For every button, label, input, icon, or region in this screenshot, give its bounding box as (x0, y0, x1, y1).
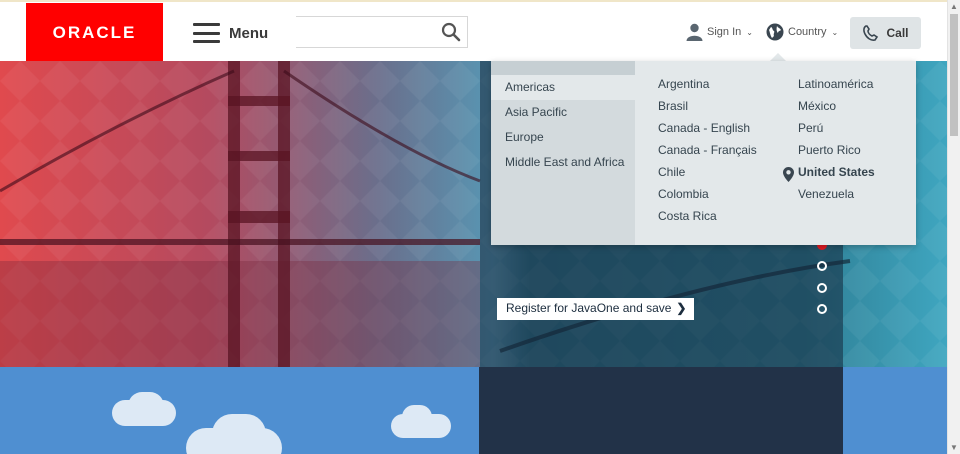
country-link[interactable]: Canada - English (658, 121, 757, 136)
cloud-shape (128, 392, 164, 420)
sign-in-button[interactable]: Sign In ⌄ (686, 23, 753, 41)
region-list: Americas Asia Pacific Europe Middle East… (491, 61, 635, 245)
register-label: Register for JavaOne and save (506, 301, 672, 315)
country-link[interactable]: Puerto Rico (798, 143, 875, 158)
cloud-shape (212, 414, 266, 454)
country-link[interactable]: México (798, 99, 875, 114)
region-item-europe[interactable]: Europe (491, 125, 635, 150)
search-box (296, 16, 468, 48)
carousel-dot[interactable] (817, 261, 827, 271)
country-link-current[interactable]: United States (798, 165, 875, 180)
search-icon[interactable] (441, 22, 461, 42)
country-link[interactable]: Colombia (658, 187, 757, 202)
chevron-right-icon: ❯ (676, 301, 687, 315)
promo-panel-dark (479, 367, 843, 454)
menu-label: Menu (229, 24, 269, 42)
dropdown-caret (770, 53, 786, 61)
call-label: Call (886, 26, 909, 40)
country-link[interactable]: Canada - Français (658, 143, 757, 158)
scroll-down-arrow-icon[interactable]: ▼ (950, 443, 958, 452)
country-button[interactable]: Country ⌄ (766, 23, 838, 41)
country-label: Country (788, 26, 827, 38)
country-link[interactable]: Venezuela (798, 187, 875, 202)
country-link[interactable]: Latinoamérica (798, 77, 875, 92)
region-item-middle-east-africa[interactable]: Middle East and Africa (491, 150, 635, 175)
phone-icon (863, 25, 879, 41)
chevron-down-icon: ⌄ (746, 27, 753, 37)
country-link[interactable]: Argentina (658, 77, 757, 92)
register-javaone-button[interactable]: Register for JavaOne and save ❯ (497, 298, 694, 320)
chevron-down-icon: ⌄ (831, 27, 839, 37)
country-dropdown: Americas Asia Pacific Europe Middle East… (491, 61, 916, 245)
carousel-dot[interactable] (817, 304, 827, 314)
sign-in-label: Sign In (707, 26, 742, 38)
scroll-thumb[interactable] (950, 14, 958, 136)
search-input[interactable] (296, 17, 426, 47)
carousel-dot[interactable] (817, 283, 827, 293)
cloud-shape (402, 405, 432, 429)
country-column-1: Argentina Brasil Canada - English Canada… (658, 77, 757, 231)
page-scrollbar[interactable]: ▲ ▼ (947, 0, 960, 454)
region-item-americas[interactable]: Americas (491, 75, 635, 100)
location-pin-icon (783, 167, 794, 182)
call-button[interactable]: Call (850, 17, 921, 49)
region-item-asia-pacific[interactable]: Asia Pacific (491, 100, 635, 125)
menu-button[interactable]: Menu (193, 20, 268, 46)
globe-icon (766, 23, 784, 41)
hamburger-icon (193, 23, 220, 43)
country-link[interactable]: Perú (798, 121, 875, 136)
user-icon (686, 23, 703, 41)
country-link[interactable]: Costa Rica (658, 209, 757, 224)
region-list-header (491, 61, 635, 75)
scroll-up-arrow-icon[interactable]: ▲ (950, 2, 958, 11)
oracle-logo[interactable]: ORACLE (26, 3, 163, 63)
site-header: ORACLE Menu Sign In ⌄ Country ⌄ Call (0, 0, 947, 63)
country-link[interactable]: Chile (658, 165, 757, 180)
country-link[interactable]: Brasil (658, 99, 757, 114)
country-column-2: Latinoamérica México Perú Puerto Rico Un… (798, 77, 875, 209)
